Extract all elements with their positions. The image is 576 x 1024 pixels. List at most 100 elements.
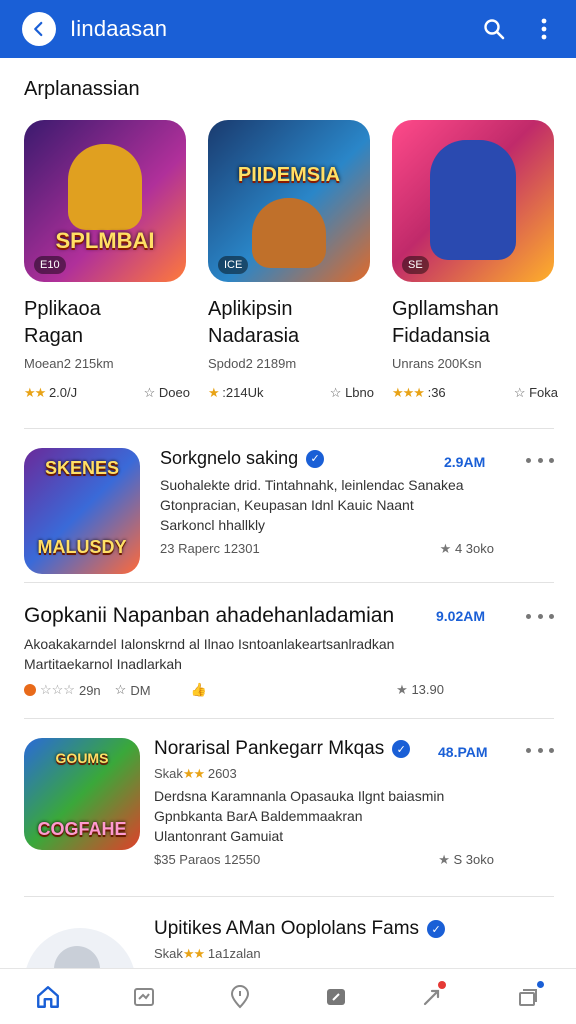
featured-card[interactable]: SPLMBAI E10 Pplikaoa Ragan Moean2 215km … — [24, 120, 190, 401]
featured-carousel: SPLMBAI E10 Pplikaoa Ragan Moean2 215km … — [24, 120, 564, 410]
character-art — [430, 140, 516, 260]
wishlist-button[interactable]: ☆ Doeo — [144, 385, 190, 401]
home-icon — [37, 985, 59, 1008]
divider — [24, 718, 554, 719]
sub-text: Skak — [154, 946, 183, 961]
overflow-menu-button[interactable] — [526, 452, 554, 468]
library-icon — [519, 988, 537, 1006]
meta-left: 23 Raperc 12301 — [160, 541, 260, 556]
rating-value: 2.0/J — [48, 385, 78, 400]
age-chip: SE — [402, 256, 429, 274]
app-meta: 23 Raperc 12301 ★ 4 3oko — [160, 541, 554, 557]
desc-line: Gtonpracian, Keupasan Idnl Kauic Naant — [160, 497, 414, 513]
divider — [24, 896, 554, 897]
meta-rating: ★ 4 3oko — [440, 541, 494, 557]
app-size: 9.02AM — [436, 608, 486, 624]
app-thumbnail: PIIDEMSIA ICE — [208, 120, 370, 282]
app-title: Upitikes AMan Ooplolans Fams ✓ — [154, 918, 554, 940]
desc-line: Suohalekte drid. Tintahnahk, leinlendac … — [160, 477, 464, 493]
app-subtitle: Unrans 200Ksn — [392, 356, 482, 371]
app-title-text: Sorkgnelo saking — [160, 448, 299, 468]
app-name-line2: Ragan — [24, 325, 83, 347]
more-vert-icon — [541, 18, 547, 40]
rating-stars: ★★★ — [392, 385, 425, 400]
thumbnail-top-title: SKENES — [44, 458, 120, 478]
apps-icon — [134, 987, 154, 1006]
app-description: Akoakakarndel Ialonskrnd al Ilnao Isntoa… — [24, 634, 554, 674]
desc-line: Sarkoncl hhallkly — [160, 517, 266, 533]
app-title-text: Norarisal Pankegarr Mkqas — [154, 738, 385, 759]
divider — [24, 428, 554, 429]
star-outline-icon: ☆ — [114, 682, 127, 697]
verified-icon: ✓ — [427, 920, 446, 938]
notification-badge — [438, 980, 446, 989]
app-thumbnail: SE — [392, 120, 554, 282]
rating-value: 29n — [78, 682, 101, 698]
featured-card[interactable]: SE Gpllamshan Fidadansia Unrans 200Ksn ★… — [392, 120, 558, 401]
games-icon — [327, 988, 345, 1005]
nav-location[interactable] — [218, 975, 262, 1019]
app-name-line2: Fidadansia — [392, 325, 490, 347]
app-subtitle: Spdod2 2189m — [208, 356, 297, 371]
divider — [24, 582, 554, 583]
meta-rating-text: S 3oko — [453, 852, 494, 867]
list-item[interactable]: Gopkanii Napanban ahadehanladamian 9.02A… — [24, 604, 554, 704]
bottom-navigation — [0, 968, 576, 1024]
meta-rating: ★ 13.90 — [396, 682, 444, 698]
app-name: Gpllamshan Fidadansia — [392, 296, 558, 350]
thumbnail-title: PIIDEMSIA — [237, 164, 341, 186]
star-outline-icon: ☆ — [513, 385, 526, 400]
thumbnail-title: COGFAHE — [37, 819, 127, 839]
list-item[interactable]: SKENES MALUSDY Sorkgnelo saking ✓ 2.9AM … — [24, 448, 554, 578]
location-icon — [230, 984, 250, 1008]
rating-value: 2603 — [207, 766, 237, 781]
meta-rating: ★ S 3oko — [438, 852, 494, 868]
list-item[interactable]: Upitikes AMan Ooplolans Fams ✓ Skak★★ 1a… — [24, 918, 554, 988]
overflow-menu-button[interactable] — [526, 742, 554, 758]
wishlist-label: Doeo — [158, 385, 190, 400]
sub-text: Skak — [154, 766, 183, 781]
wishlist-button[interactable]: ☆ Foka — [514, 385, 558, 401]
desc-line: Martitaekarnol Inadlarkah — [24, 656, 182, 672]
verified-icon: ✓ — [306, 449, 325, 468]
meta-rating-text: 13.90 — [411, 682, 444, 697]
nav-home[interactable] — [26, 975, 70, 1019]
app-title: Sorkgnelo saking ✓ — [160, 448, 554, 469]
thumbnail-title: MALUSDY — [37, 537, 127, 557]
star-icon: ★ — [396, 682, 408, 697]
item-body: Sorkgnelo saking ✓ 2.9AM Suohalekte drid… — [160, 448, 554, 557]
nav-games[interactable] — [314, 975, 358, 1019]
back-arrow-icon — [34, 21, 43, 37]
app-subtitle: Skak★★ 1a1zalan — [154, 946, 554, 962]
nav-apps[interactable] — [122, 975, 166, 1019]
app-thumbnail: SKENES MALUSDY — [24, 448, 140, 574]
nav-library[interactable] — [506, 975, 550, 1019]
nav-rocket[interactable] — [410, 975, 454, 1019]
search-button[interactable] — [476, 11, 512, 47]
star-icon: ★ — [438, 852, 450, 867]
app-badge-icon — [24, 684, 36, 696]
list-item[interactable]: GOUMS COGFAHE Norarisal Pankegarr Mkqas … — [24, 738, 554, 878]
more-options-button[interactable] — [526, 11, 562, 47]
wishlist-button[interactable]: ☆ Lbno — [330, 385, 374, 401]
info-dot — [537, 980, 544, 988]
rating-value: 1a1zalan — [207, 946, 261, 961]
overflow-menu-button[interactable] — [526, 608, 554, 624]
app-name: Aplikipsin Nadarasia — [208, 296, 374, 350]
thumbnail-title: SPLMBAI — [55, 228, 155, 253]
app-name-line2: Nadarasia — [208, 325, 300, 347]
app-subtitle: Skak★★ 2603 — [154, 766, 554, 782]
meta-left: $35 Paraos 12550 — [154, 852, 261, 867]
item-body: Upitikes AMan Ooplolans Fams ✓ Skak★★ 1a… — [154, 918, 554, 962]
app-name-line1: Pplikaoa — [24, 298, 101, 320]
verified-icon: ✓ — [392, 740, 411, 758]
desc-line: Akoakakarndel Ialonskrnd al Ilnao Isntoa… — [24, 636, 395, 652]
featured-card[interactable]: PIIDEMSIA ICE Aplikipsin Nadarasia Spdod… — [208, 120, 374, 401]
star-icon: ★ — [439, 541, 452, 556]
app-size: 48.PAM — [438, 744, 488, 760]
desc-line: Derdsna Karamnanla Opasauka Ilgnt baiasm… — [154, 788, 445, 804]
section-title: Arplanassian — [24, 78, 140, 100]
app-thumbnail: GOUMS COGFAHE — [24, 738, 140, 850]
meta-mid: DM — [130, 682, 151, 698]
back-button[interactable] — [22, 12, 56, 46]
